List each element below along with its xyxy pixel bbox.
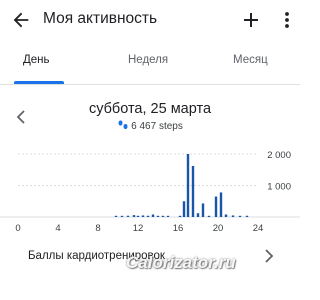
activity-bar: [186, 154, 190, 217]
plus-icon[interactable]: [239, 8, 263, 32]
activity-bar: [182, 201, 186, 217]
watermark: Calorizator.ru: [126, 253, 236, 272]
activity-bar: [151, 214, 155, 217]
steps-count: 6 467 steps: [131, 121, 183, 132]
x-tick-label: 12: [133, 223, 144, 234]
activity-bar: [238, 215, 242, 217]
x-tick-label: 20: [213, 223, 224, 234]
activity-bar: [196, 213, 200, 217]
x-tick-label: 8: [95, 223, 100, 234]
activity-bar: [141, 215, 145, 217]
activity-bar: [178, 215, 182, 217]
active-tab-indicator: [14, 81, 64, 84]
y-tick-label: 2 000: [267, 150, 291, 161]
activity-bar: [166, 215, 170, 217]
activity-bar: [161, 215, 165, 217]
cardio-points-row[interactable]: Баллы кардиотренировок Calorizator.ru: [0, 244, 300, 300]
activity-bar: [224, 214, 228, 217]
activity-bar: [120, 215, 124, 217]
activity-bar: [114, 215, 118, 217]
x-tick-label: 0: [15, 223, 20, 234]
activity-bar: [214, 196, 218, 217]
app-bar: Моя активность: [0, 0, 300, 44]
arrow-left-icon[interactable]: [10, 9, 32, 31]
activity-bar: [136, 215, 140, 217]
activity-bar: [132, 215, 136, 217]
activity-bar: [191, 165, 195, 217]
tab-day[interactable]: День: [23, 54, 50, 66]
activity-bar: [231, 215, 235, 217]
steps-summary: 6 467 steps: [0, 120, 300, 132]
y-tick-label: 1 000: [267, 182, 291, 193]
activity-chart: 1 000 2 000 0 4 8 12 16 20 24: [0, 150, 300, 234]
tab-month[interactable]: Месяц: [233, 54, 268, 66]
period-tabs: День Неделя Месяц: [0, 44, 300, 85]
x-tick-label: 4: [55, 223, 60, 234]
activity-bar: [126, 215, 130, 217]
activity-bar: [219, 192, 223, 217]
tab-week[interactable]: Неделя: [128, 54, 168, 66]
x-tick-label: 24: [253, 223, 264, 234]
chevron-right-icon[interactable]: [262, 246, 276, 266]
activity-bar: [245, 215, 249, 217]
x-tick-label: 16: [173, 223, 184, 234]
activity-bar: [156, 215, 160, 217]
page-title: Моя активность: [43, 10, 158, 27]
activity-bar: [201, 203, 205, 217]
selected-date: суббота, 25 марта: [88, 101, 212, 117]
activity-bar: [207, 215, 211, 217]
more-vert-icon[interactable]: [280, 9, 294, 31]
activity-bar: [146, 215, 150, 217]
steps-icon: [118, 120, 128, 130]
